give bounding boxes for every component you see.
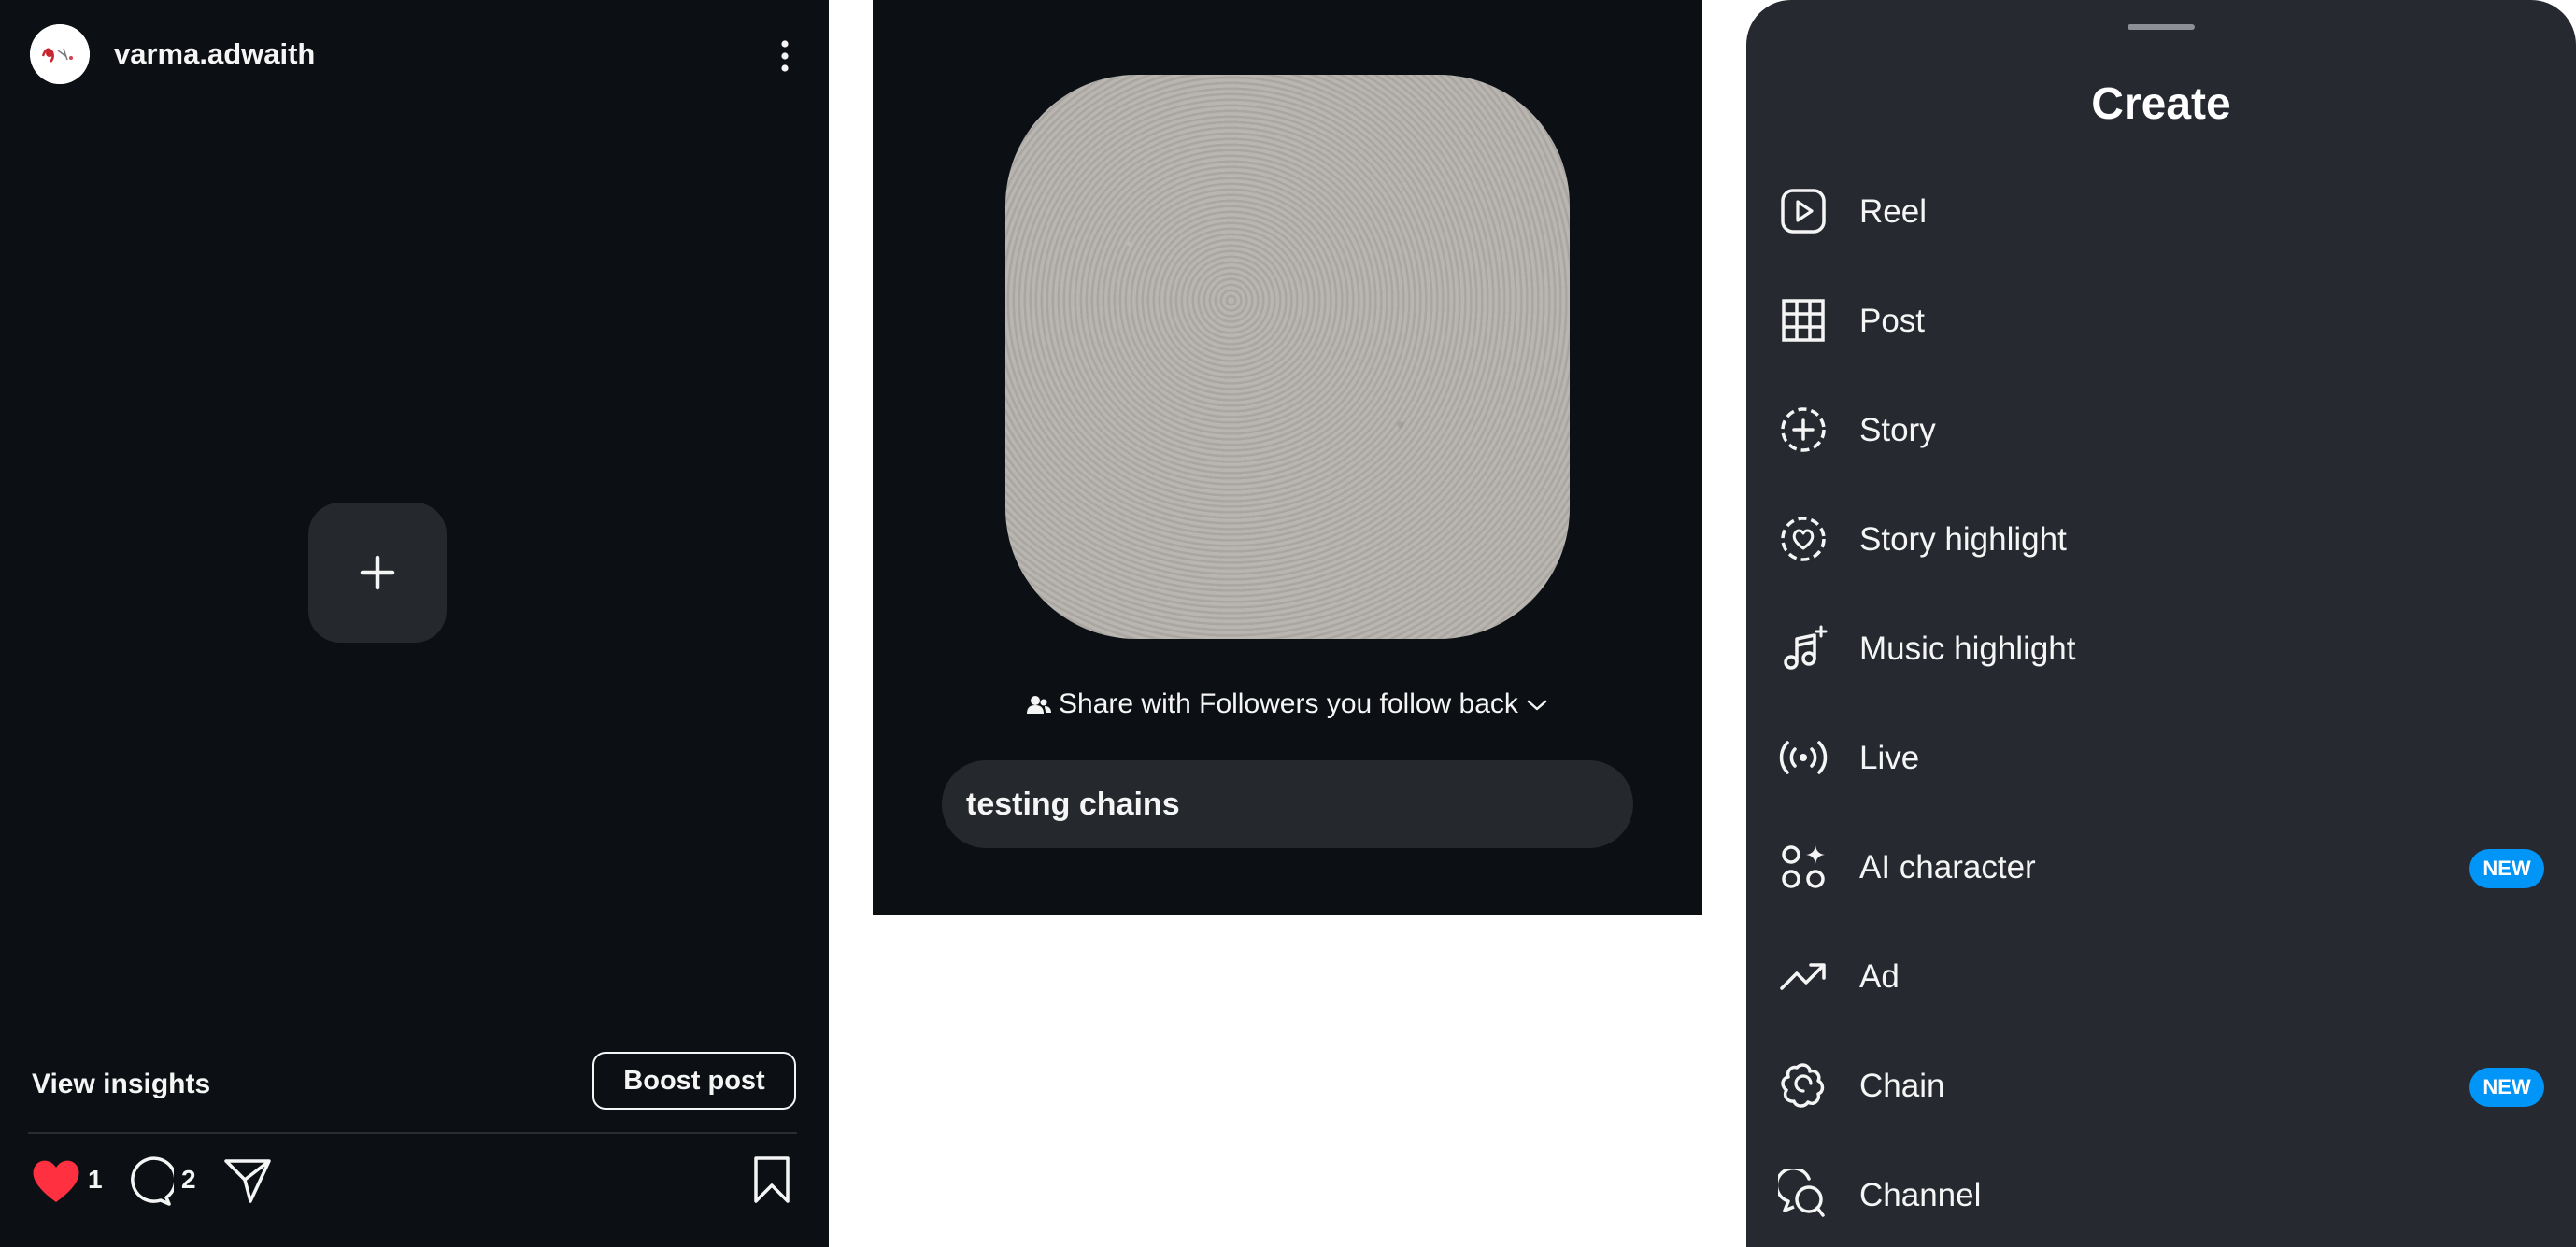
live-broadcast-icon xyxy=(1779,741,1828,774)
menu-item-channel[interactable]: Channel xyxy=(1746,1143,2576,1246)
divider xyxy=(28,1132,797,1134)
avatar-image xyxy=(30,24,90,84)
menu-item-label: Story xyxy=(1859,412,1936,448)
story-add-icon xyxy=(1781,407,1826,452)
sheet-title: Create xyxy=(2091,79,2231,129)
menu-item-story-highlight[interactable]: Story highlight xyxy=(1746,488,2576,590)
story-highlight-icon xyxy=(1781,517,1826,561)
caption-input[interactable]: testing chains xyxy=(942,760,1633,848)
menu-item-live[interactable]: Live xyxy=(1746,706,2576,809)
more-options-icon[interactable] xyxy=(772,37,798,75)
chain-icon xyxy=(1781,1063,1825,1108)
comment-count[interactable]: 2 xyxy=(181,1165,196,1195)
username[interactable]: varma.adwaith xyxy=(114,37,315,71)
like-count[interactable]: 1 xyxy=(88,1165,103,1195)
chevron-down-icon xyxy=(1528,700,1547,711)
menu-item-label: Music highlight xyxy=(1859,631,2076,667)
new-badge: NEW xyxy=(2469,1068,2544,1107)
menu-item-chain[interactable]: Chain NEW xyxy=(1746,1034,2576,1137)
avatar[interactable] xyxy=(30,24,90,84)
send-icon[interactable] xyxy=(222,1156,273,1205)
share-audience-label: Share with Followers you follow back xyxy=(1059,688,1518,719)
menu-item-story[interactable]: Story xyxy=(1746,378,2576,481)
trend-arrow-icon xyxy=(1780,963,1826,990)
menu-item-reel[interactable]: Reel xyxy=(1746,160,2576,262)
boost-post-button[interactable]: Boost post xyxy=(592,1052,796,1110)
menu-item-music-highlight[interactable]: Music highlight xyxy=(1746,597,2576,700)
heart-icon[interactable] xyxy=(30,1156,82,1205)
menu-item-post[interactable]: Post xyxy=(1746,269,2576,372)
drag-handle[interactable] xyxy=(2128,24,2195,30)
menu-item-label: Story highlight xyxy=(1859,521,2067,558)
menu-item-label: AI character xyxy=(1859,849,2036,886)
share-audience-selector[interactable]: Share with Followers you follow back xyxy=(873,688,1702,720)
post-panel: varma.adwaith View insights Boost post 1… xyxy=(0,0,829,1247)
menu-item-ai-character[interactable]: AI character NEW xyxy=(1746,815,2576,918)
menu-item-label: Post xyxy=(1859,303,1926,339)
menu-item-label: Reel xyxy=(1859,193,1927,230)
create-sheet: Create Reel Post Story Story highlight M… xyxy=(1746,0,2576,1247)
ai-character-icon xyxy=(1782,845,1825,888)
channel-icon xyxy=(1778,1169,1825,1217)
menu-item-label: Channel xyxy=(1859,1177,1982,1213)
people-icon xyxy=(1026,696,1051,715)
comment-icon[interactable] xyxy=(123,1156,178,1207)
grid-icon xyxy=(1782,299,1825,342)
menu-item-ad[interactable]: Ad xyxy=(1746,925,2576,1027)
menu-item-label: Live xyxy=(1859,740,1920,776)
chain-cover-image[interactable] xyxy=(1005,75,1570,639)
reel-icon xyxy=(1781,189,1826,234)
add-chain-button[interactable] xyxy=(308,503,447,643)
chain-share-panel: Share with Followers you follow back tes… xyxy=(873,0,1702,915)
menu-item-label: Chain xyxy=(1859,1068,1945,1104)
view-insights-link[interactable]: View insights xyxy=(32,1069,210,1100)
menu-item-label: Ad xyxy=(1859,958,1900,995)
new-badge: NEW xyxy=(2469,849,2544,888)
music-note-icon xyxy=(1784,625,1828,670)
bookmark-icon[interactable] xyxy=(751,1155,792,1205)
plus-icon xyxy=(360,555,395,590)
